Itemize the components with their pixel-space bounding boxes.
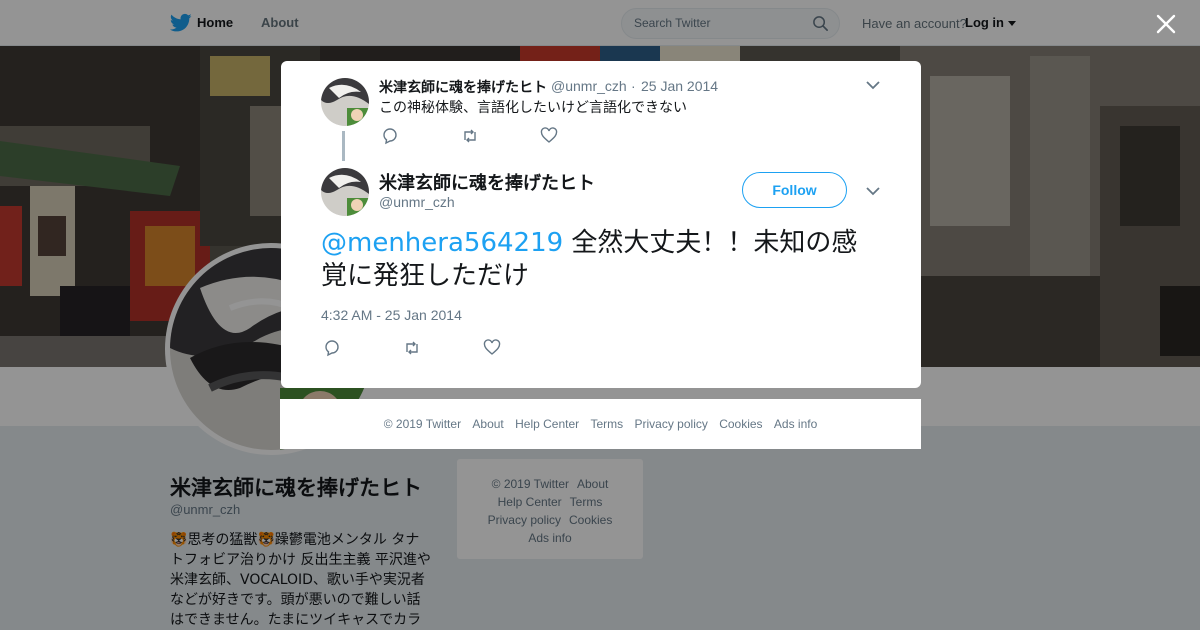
tweet-mention-link[interactable]: @menhera564219 [321, 228, 563, 258]
modal-footer: © 2019 Twitter About Help Center Terms P… [280, 399, 921, 449]
reply-icon[interactable] [381, 127, 399, 145]
close-icon[interactable] [1154, 12, 1178, 36]
retweet-icon[interactable] [403, 339, 421, 357]
footer-help-link[interactable]: Help Center [515, 417, 579, 431]
parent-tweet-avatar[interactable] [321, 78, 369, 126]
reply-icon[interactable] [323, 339, 341, 357]
footer-copyright: © 2019 Twitter [383, 417, 462, 431]
parent-tweet-text: この神秘体験、言語化したいけど言語化できない [379, 100, 687, 116]
footer-cookies-link[interactable]: Cookies [719, 417, 762, 431]
chevron-down-icon[interactable] [866, 81, 880, 90]
like-icon[interactable] [483, 339, 501, 357]
footer-ads-link[interactable]: Ads info [774, 417, 817, 431]
chevron-down-icon[interactable] [866, 187, 880, 196]
parent-tweet-separator: · [631, 78, 636, 94]
tweet-text: @menhera564219 全然大丈夫！！未知の感覚に発狂しただけ [321, 227, 881, 293]
footer-about-link[interactable]: About [472, 417, 503, 431]
parent-tweet-date[interactable]: 25 Jan 2014 [641, 78, 718, 94]
footer-terms-link[interactable]: Terms [590, 417, 623, 431]
like-icon[interactable] [540, 127, 558, 145]
retweet-icon[interactable] [461, 127, 479, 145]
tweet-author-handle[interactable]: @unmr_czh [379, 194, 455, 210]
conversation-thread-line [342, 131, 345, 161]
follow-button[interactable]: Follow [742, 172, 847, 208]
tweet-timestamp[interactable]: 4:32 AM - 25 Jan 2014 [321, 307, 462, 323]
tweet-author-name[interactable]: 米津玄師に魂を捧げたヒト [379, 169, 595, 195]
tweet-modal: 米津玄師に魂を捧げたヒト @unmr_czh · 25 Jan 2014 この神… [281, 61, 921, 388]
parent-tweet-author-handle[interactable]: @unmr_czh [551, 78, 627, 94]
tweet-author-avatar[interactable] [321, 168, 369, 216]
parent-tweet-author-name[interactable]: 米津玄師に魂を捧げたヒト [379, 77, 547, 97]
footer-privacy-link[interactable]: Privacy policy [635, 417, 708, 431]
